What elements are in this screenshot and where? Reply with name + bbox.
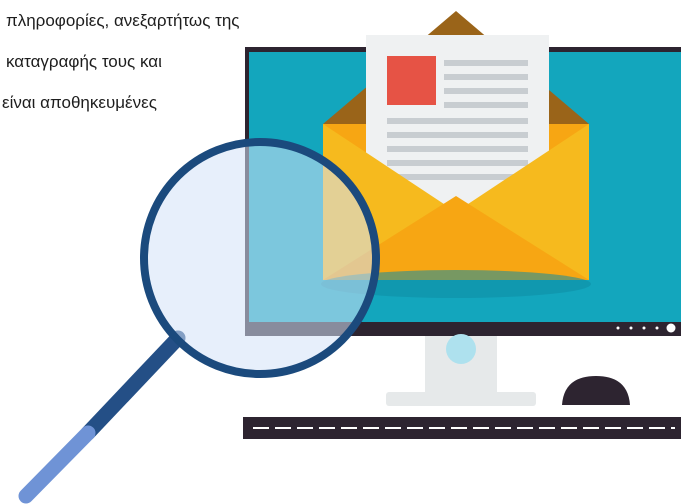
- stand-base: [386, 392, 536, 406]
- stand-indicator-light: [446, 334, 476, 364]
- keyboard-icon: [243, 417, 681, 439]
- magnifier-handle-grip: [18, 425, 96, 504]
- letter-image-block: [387, 56, 436, 105]
- mouse-icon: [562, 376, 630, 405]
- magnifier-handle-upper: [80, 330, 186, 441]
- magnifying-glass-icon: [18, 138, 380, 504]
- computer-email-search-art: [18, 11, 681, 504]
- power-button: [666, 323, 676, 333]
- monitor-stand: [386, 334, 536, 406]
- illustration-canvas: πληροφορίες, ανεξαρτήτως της καταγραφής …: [0, 0, 681, 504]
